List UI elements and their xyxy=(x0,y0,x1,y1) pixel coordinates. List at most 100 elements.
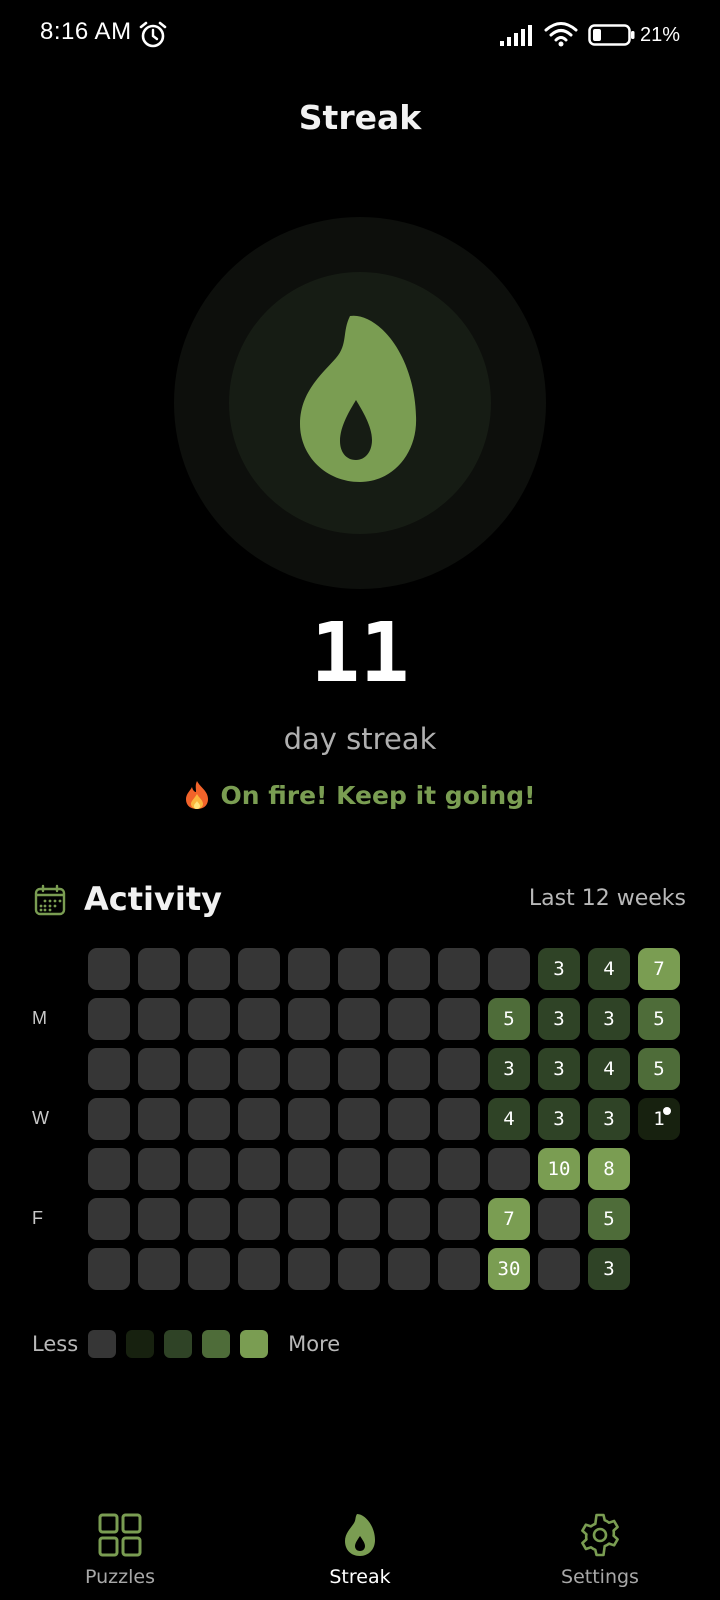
activity-cell: 4 xyxy=(488,1098,530,1140)
page-title: Streak xyxy=(298,98,422,137)
activity-cell xyxy=(438,948,480,990)
activity-cell-value: 3 xyxy=(603,1108,615,1130)
activity-cell-value: 7 xyxy=(503,1208,515,1230)
activity-cell-value: 30 xyxy=(497,1258,521,1280)
activity-cell xyxy=(288,998,330,1040)
activity-cell xyxy=(388,1148,430,1190)
activity-cell xyxy=(338,1048,380,1090)
activity-cell-value: 4 xyxy=(603,958,615,980)
activity-cell: 4 xyxy=(588,1048,630,1090)
grid-icon xyxy=(98,1513,142,1557)
activity-cell: 10 xyxy=(538,1148,580,1190)
activity-cell xyxy=(238,1048,280,1090)
activity-cell xyxy=(288,1048,330,1090)
activity-legend: Less More xyxy=(32,1330,340,1358)
activity-cell-value: 8 xyxy=(603,1158,615,1180)
activity-cell xyxy=(88,948,130,990)
activity-cell: 3 xyxy=(588,1248,630,1290)
activity-cell xyxy=(238,1148,280,1190)
activity-cell-value: 7 xyxy=(653,958,665,980)
nav-item-settings[interactable]: Settings xyxy=(510,1512,690,1588)
nav-item-puzzles[interactable]: Puzzles xyxy=(30,1512,210,1588)
activity-cell xyxy=(338,1198,380,1240)
activity-cell xyxy=(188,1198,230,1240)
activity-cell xyxy=(138,948,180,990)
activity-cell-value: 3 xyxy=(553,958,565,980)
battery-level: 21% xyxy=(640,24,681,46)
activity-cell xyxy=(138,1248,180,1290)
activity-cell: 4 xyxy=(588,948,630,990)
activity-cell: 8 xyxy=(588,1148,630,1190)
activity-cell: 3 xyxy=(588,1098,630,1140)
activity-cell xyxy=(638,1248,680,1290)
legend-swatch xyxy=(164,1330,193,1358)
activity-cell xyxy=(88,998,130,1040)
activity-cell: 3 xyxy=(538,1048,580,1090)
activity-cell xyxy=(88,1248,130,1290)
activity-cell xyxy=(338,1248,380,1290)
activity-cell xyxy=(288,1198,330,1240)
activity-cell: 3 xyxy=(538,998,580,1040)
activity-cell xyxy=(338,998,380,1040)
activity-cell: 5 xyxy=(638,1048,680,1090)
activity-cell xyxy=(188,1048,230,1090)
activity-cell xyxy=(238,1248,280,1290)
nav-label-streak: Streak xyxy=(329,1566,391,1588)
activity-cell xyxy=(388,1048,430,1090)
activity-cell xyxy=(88,1198,130,1240)
activity-cell: 3 xyxy=(538,948,580,990)
activity-cell xyxy=(438,1248,480,1290)
legend-swatch xyxy=(126,1330,155,1358)
activity-cell xyxy=(238,948,280,990)
activity-cell xyxy=(388,1098,430,1140)
activity-cell xyxy=(338,1098,380,1140)
today-indicator xyxy=(663,1107,671,1115)
day-label: F xyxy=(32,1208,43,1228)
streak-label: day streak xyxy=(283,722,437,756)
battery-icon xyxy=(588,24,635,46)
activity-cell xyxy=(538,1198,580,1240)
flame-icon xyxy=(300,315,417,482)
streak-message-text: On fire! Keep it going! xyxy=(220,780,536,810)
activity-cell xyxy=(488,948,530,990)
activity-grid: 3 4 7 5 3 3 5 3 3 4 5 4 3 3 1 10 8 7 5 30 3 xyxy=(88,948,680,1290)
activity-cell xyxy=(288,1148,330,1190)
activity-cell xyxy=(188,1098,230,1140)
gear-icon xyxy=(581,1513,619,1557)
activity-cell: 1 xyxy=(638,1098,680,1140)
activity-range: Last 12 weeks xyxy=(528,886,686,911)
activity-cell: 5 xyxy=(638,998,680,1040)
activity-cell-value: 4 xyxy=(503,1108,515,1130)
legend-less-label: Less xyxy=(32,1332,79,1356)
activity-cell-value: 5 xyxy=(503,1008,515,1030)
activity-cell xyxy=(438,1198,480,1240)
alarm-icon xyxy=(139,21,167,48)
streak-count: 11 xyxy=(310,606,410,701)
activity-cell: 5 xyxy=(488,998,530,1040)
calendar-icon xyxy=(34,884,66,916)
activity-cell xyxy=(138,1198,180,1240)
activity-cell xyxy=(138,1148,180,1190)
activity-cell xyxy=(288,1248,330,1290)
nav-label-settings: Settings xyxy=(561,1566,639,1588)
activity-cell-value: 3 xyxy=(503,1058,515,1080)
legend-swatch xyxy=(202,1330,231,1358)
activity-cell xyxy=(88,1148,130,1190)
activity-cell xyxy=(388,1198,430,1240)
activity-cell xyxy=(338,1148,380,1190)
activity-cell-value: 10 xyxy=(547,1158,571,1180)
activity-cell xyxy=(188,1248,230,1290)
day-label: M xyxy=(32,1008,47,1028)
nav-label-puzzles: Puzzles xyxy=(85,1566,155,1588)
activity-cell xyxy=(638,1198,680,1240)
activity-cell-value: 3 xyxy=(603,1008,615,1030)
activity-cell xyxy=(638,1148,680,1190)
activity-cell xyxy=(88,1048,130,1090)
activity-cell xyxy=(488,1148,530,1190)
legend-more-label: More xyxy=(288,1332,341,1356)
streak-message: On fire! Keep it going! xyxy=(0,780,720,810)
day-label: W xyxy=(32,1108,49,1128)
nav-item-streak[interactable]: Streak xyxy=(270,1512,450,1588)
activity-cell: 3 xyxy=(588,998,630,1040)
flame-icon xyxy=(345,1514,375,1556)
